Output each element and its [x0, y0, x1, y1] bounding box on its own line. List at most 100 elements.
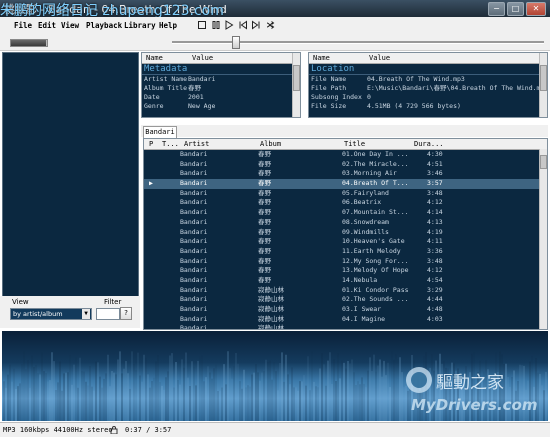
playlist-row[interactable]: Bandari 春野 14.Nebula 4:54 [144, 276, 547, 286]
help-button[interactable]: ? [120, 307, 132, 320]
maximize-button[interactable]: □ [507, 2, 524, 16]
duration-cell: 3:57 [427, 179, 443, 188]
playlist-row[interactable]: Bandari 寂静山林 04.I Magine 4:03 [144, 315, 547, 325]
playlist-row[interactable]: Bandari 春野 11.Earth Melody 3:36 [144, 247, 547, 257]
chevron-down-icon[interactable]: ▼ [82, 309, 90, 319]
artist-cell: Bandari [180, 314, 208, 323]
property-row[interactable]: File Name 04.Breath Of The Wind.mp3 [309, 75, 547, 84]
property-value: Bandari [188, 75, 216, 83]
location-header: Name Value [309, 53, 547, 64]
tab-bandari[interactable]: Bandari [143, 126, 177, 138]
column-header-value[interactable]: Value [192, 53, 213, 63]
property-row[interactable]: Date 2001 [142, 93, 300, 102]
location-scrollbar[interactable] [539, 53, 547, 117]
playlist-row[interactable]: Bandari 春野 06.Beatrix 4:12 [144, 198, 547, 208]
menu-view[interactable]: View [61, 21, 79, 30]
artist-cell: Bandari [180, 179, 208, 188]
property-row[interactable]: Album Title 春野 [142, 84, 300, 93]
column-header-name[interactable]: Name [313, 53, 330, 63]
seek-bar[interactable] [172, 41, 544, 44]
property-name: File Name [311, 75, 347, 83]
album-cell: 春野 [258, 275, 271, 284]
status-format: MP3 160kbps 44100Hz stereo [3, 426, 113, 434]
artist-cell: Bandari [180, 208, 208, 217]
column-header-track[interactable]: T... [162, 139, 179, 149]
column-header-duration[interactable]: Dura... [414, 139, 444, 149]
menu-help[interactable]: Help [159, 21, 177, 30]
playlist-scrollbar[interactable] [539, 149, 547, 329]
duration-cell: 4:14 [427, 208, 443, 217]
artist-cell: Bandari [180, 285, 208, 294]
menu-file[interactable]: File [14, 21, 32, 30]
property-row[interactable]: Subsong Index 0 [309, 93, 547, 102]
property-row[interactable]: File Size 4.51MB (4 729 566 bytes) [309, 102, 547, 111]
minimize-button[interactable]: − [488, 2, 505, 16]
stop-icon[interactable] [197, 20, 207, 30]
playlist-row[interactable]: Bandari 寂静山林 02.The Sounds ... 4:44 [144, 295, 547, 305]
view-select[interactable]: by artist/album ▼ [10, 308, 92, 320]
column-header-value[interactable]: Value [369, 53, 390, 63]
property-value: 04.Breath Of The Wind.mp3 [367, 75, 465, 83]
playlist-row[interactable]: Bandari 寂静山林 01.Ki Condor Pass 3:29 [144, 286, 547, 296]
playlist-row[interactable]: Bandari 春野 01.One Day In ... 4:30 [144, 150, 547, 160]
playlist-scroll-thumb[interactable] [540, 155, 547, 169]
playlist-row[interactable]: Bandari 春野 02.The Miracle... 4:51 [144, 160, 547, 170]
seek-thumb[interactable] [232, 36, 241, 49]
property-value: E:\Music\Bandari\春野\04.Breath Of The Win… [367, 84, 548, 92]
title-cell: 04.Breath Of T... [342, 179, 409, 188]
property-value: 0 [367, 93, 371, 101]
pause-icon[interactable] [211, 20, 221, 30]
artist-cell: Bandari [180, 169, 208, 178]
library-tree[interactable] [2, 52, 139, 298]
column-header-name[interactable]: Name [146, 53, 163, 63]
next-icon[interactable] [251, 20, 261, 30]
property-row[interactable]: Genre New Age [142, 102, 300, 111]
playlist-row[interactable]: Bandari 春野 12.My Song For... 3:48 [144, 257, 547, 267]
playlist-row[interactable]: Bandari 春野 13.Melody Of Hope 4:12 [144, 266, 547, 276]
duration-cell: 4:51 [427, 159, 443, 168]
playlist-row[interactable]: Bandari 寂静山林 [144, 324, 547, 330]
playlist-row[interactable]: Bandari 春野 03.Morning Air 3:46 [144, 169, 547, 179]
metadata-scrollbar[interactable] [292, 53, 300, 117]
random-icon[interactable] [265, 20, 275, 30]
location-scroll-thumb[interactable] [540, 65, 547, 91]
album-cell: 春野 [258, 227, 271, 236]
metadata-scroll-thumb[interactable] [293, 65, 300, 91]
playlist-row[interactable]: Bandari 春野 10.Heaven's Gate 4:11 [144, 237, 547, 247]
menu-library[interactable]: Library [124, 21, 156, 30]
duration-cell: 3:46 [427, 169, 443, 178]
playlist-view[interactable]: P T... Artist Album Title Dura... Bandar… [143, 138, 548, 330]
album-cell: 寂静山林 [258, 324, 284, 330]
metadata-header: Name Value [142, 53, 300, 64]
title-cell: 11.Earth Melody [342, 246, 401, 255]
play-icon[interactable] [224, 20, 234, 30]
title-cell: 03.Morning Air [342, 169, 397, 178]
property-row[interactable]: File Path E:\Music\Bandari\春野\04.Breath O… [309, 84, 547, 93]
menu-edit[interactable]: Edit [38, 21, 56, 30]
property-value: 2001 [188, 93, 204, 101]
column-header-artist[interactable]: Artist [184, 139, 209, 149]
playlist-row[interactable]: Bandari 春野 07.Mountain St... 4:14 [144, 208, 547, 218]
menu-playback[interactable]: Playback [86, 21, 122, 30]
playlist-row[interactable]: ▶ Bandari 春野 04.Breath Of T... 3:57 [144, 179, 547, 189]
title-cell: 08.Snowdream [342, 217, 389, 226]
property-name: Artist Name [144, 75, 188, 83]
column-header-album[interactable]: Album [260, 139, 281, 149]
artist-cell: Bandari [180, 188, 208, 197]
playlist-row[interactable]: Bandari 春野 09.Windmills 4:19 [144, 228, 547, 238]
album-cell: 春野 [258, 208, 271, 217]
close-button[interactable]: ✕ [526, 2, 546, 16]
column-header-title[interactable]: Title [344, 139, 365, 149]
playlist-row[interactable]: Bandari 寂静山林 03.I Swear 4:48 [144, 305, 547, 315]
location-rows: File Name 04.Breath Of The Wind.mp3 File P… [309, 75, 547, 111]
title-cell: 12.My Song For... [342, 256, 409, 265]
volume-slider[interactable] [10, 39, 48, 47]
title-cell: 01.One Day In ... [342, 150, 409, 158]
column-header-playing[interactable]: P [149, 139, 153, 149]
playlist-row[interactable]: Bandari 春野 08.Snowdream 4:13 [144, 218, 547, 228]
property-row[interactable]: Artist Name Bandari [142, 75, 300, 84]
filter-input[interactable] [96, 308, 120, 320]
previous-icon[interactable] [238, 20, 248, 30]
playlist-row[interactable]: Bandari 春野 05.Fairyland 3:48 [144, 189, 547, 199]
artist-cell: Bandari [180, 159, 208, 168]
